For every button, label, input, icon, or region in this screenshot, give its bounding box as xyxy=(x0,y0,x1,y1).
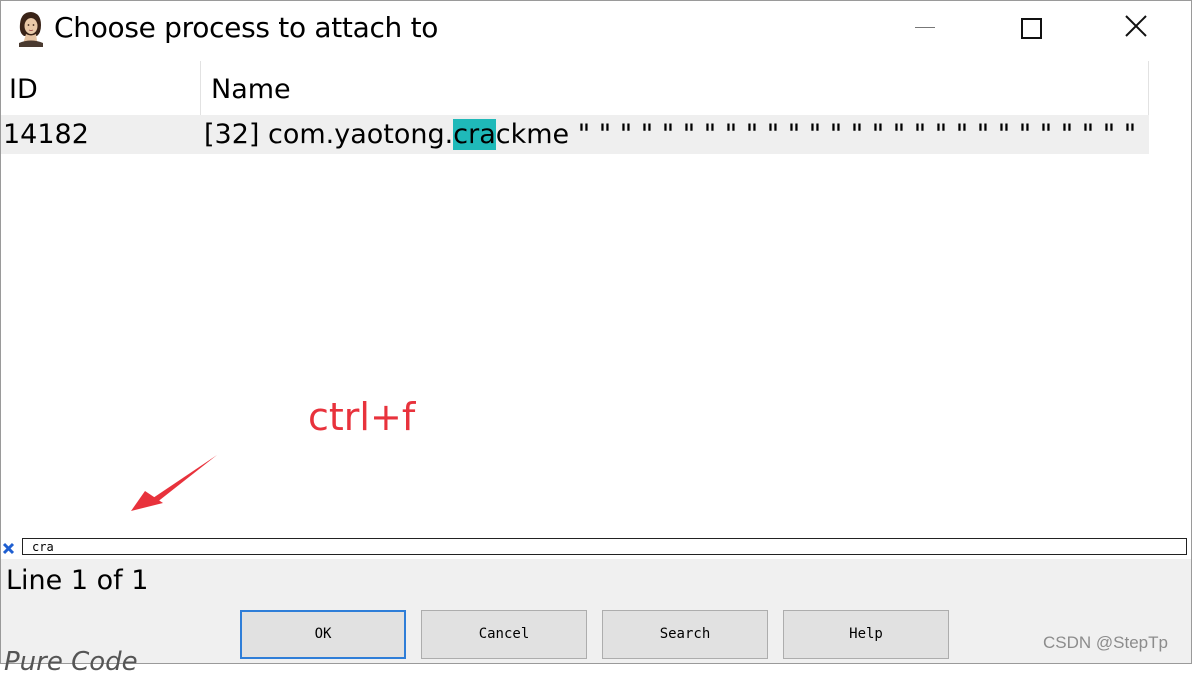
dialog-footer: Line 1 of 1 OK Cancel Search Help xyxy=(1,559,1191,663)
annotation-arrow-icon xyxy=(131,455,217,511)
status-line-count: Line 1 of 1 xyxy=(6,565,149,596)
table-header: ID Name xyxy=(1,61,1149,115)
search-button[interactable]: Search xyxy=(602,610,768,659)
close-x-icon[interactable] xyxy=(2,542,15,555)
dialog-window: Choose process to attach to ID Name 1418… xyxy=(0,0,1192,664)
name-prefix: [32] com.yaotong. xyxy=(204,119,454,150)
portrait-icon xyxy=(13,9,47,47)
search-match-highlight: cra xyxy=(453,119,496,150)
cancel-button[interactable]: Cancel xyxy=(421,610,587,659)
help-button[interactable]: Help xyxy=(783,610,949,659)
table-row[interactable]: 14182 [32] com.yaotong.crackme " " " " "… xyxy=(1,115,1149,154)
maximize-button[interactable] xyxy=(1001,1,1061,55)
close-button[interactable] xyxy=(1107,1,1167,55)
annotation-label: ctrl+f xyxy=(308,395,416,439)
close-icon xyxy=(1125,15,1147,37)
cell-process-name: [32] com.yaotong.crackme " " " " " " " "… xyxy=(204,115,1144,154)
column-header-id[interactable]: ID xyxy=(1,61,201,115)
cell-process-id: 14182 xyxy=(3,119,89,150)
column-header-name[interactable]: Name xyxy=(201,61,1149,115)
find-input[interactable] xyxy=(22,538,1187,555)
ok-button[interactable]: OK xyxy=(240,610,406,659)
window-title: Choose process to attach to xyxy=(54,11,439,44)
process-table: ID Name 14182 [32] com.yaotong.crackme "… xyxy=(1,59,1191,537)
watermark: CSDN @StepTp xyxy=(1043,633,1168,652)
name-suffix: ckme " " " " " " " " " " " " " " " " " "… xyxy=(495,119,1144,150)
minimize-button[interactable] xyxy=(897,1,957,55)
background-window-text: Pure Code xyxy=(4,647,138,677)
title-bar[interactable]: Choose process to attach to xyxy=(1,1,1191,59)
find-bar xyxy=(1,537,1191,559)
